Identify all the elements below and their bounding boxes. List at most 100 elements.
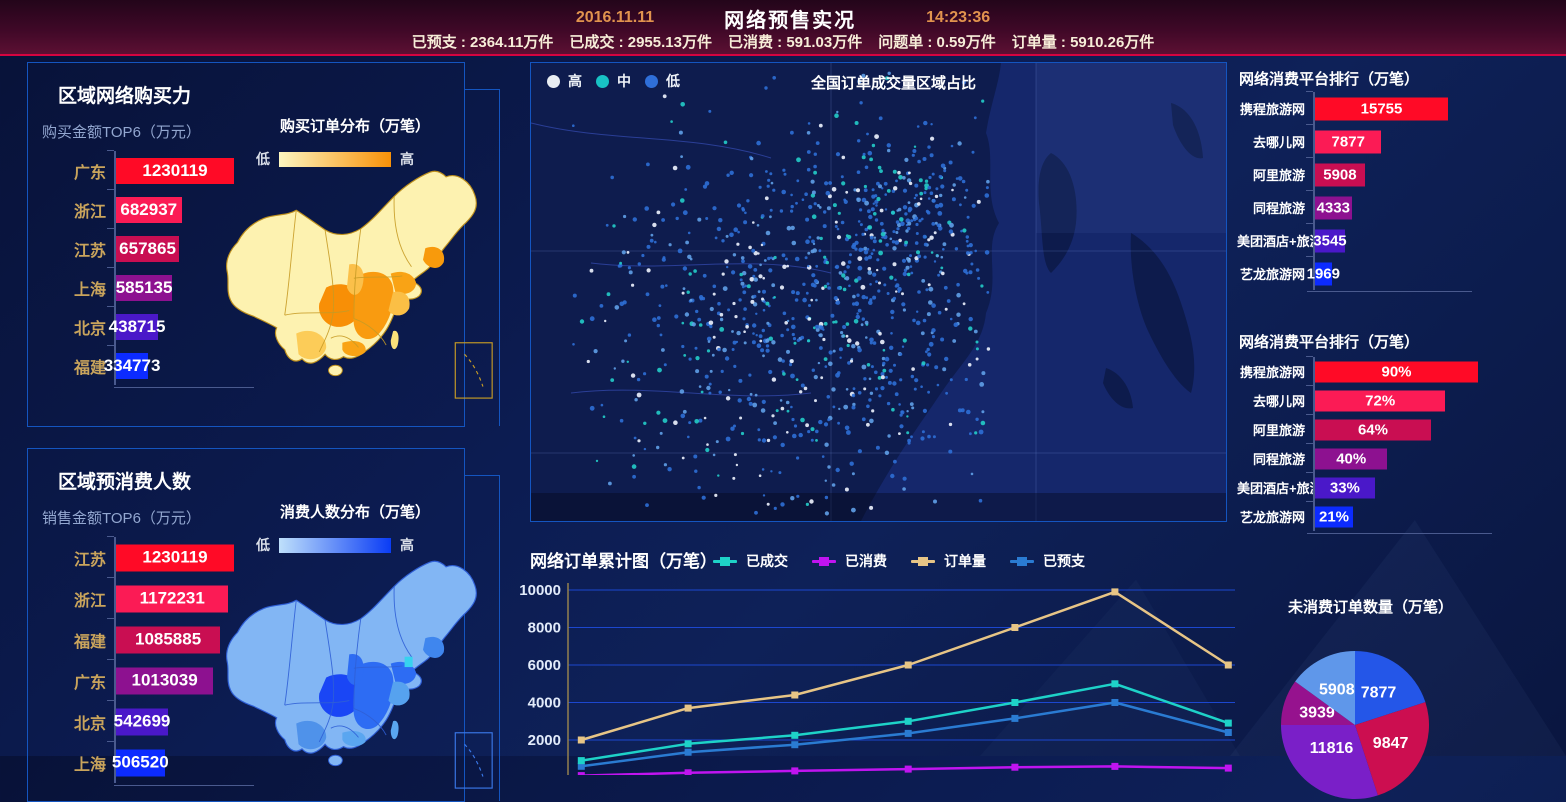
pie-slice-value: 7877: [1361, 685, 1397, 702]
pie-slice-value: 11816: [1310, 740, 1354, 757]
bar-row: 去哪儿网7877: [1237, 125, 1537, 158]
platform-rank-volume-section: 网络消费平台排行（万笔） 携程旅游网15755去哪儿网7877阿里旅游5908同…: [1237, 62, 1566, 302]
bar: 1013039: [116, 667, 213, 694]
bar-value: 585135: [116, 278, 173, 298]
legend-label: 中: [617, 71, 631, 91]
legend-dot-icon: [596, 75, 609, 88]
bar: 72%: [1315, 390, 1445, 411]
bar-row: 美团酒店+旅游33%: [1237, 473, 1547, 502]
bar-value: 1085885: [135, 630, 201, 650]
bar-category-label: 美团酒店+旅游: [1237, 478, 1313, 497]
bar: 7877: [1315, 130, 1381, 153]
bar-category-label: 携程旅游网: [1237, 362, 1313, 381]
bar-category-label: 阿里旅游: [1237, 165, 1313, 184]
bar-category-label: 上海: [44, 751, 114, 775]
axis-baseline: [1307, 533, 1492, 534]
bar-row: 同程旅游 40%: [1237, 444, 1547, 473]
bar-value: 1172231: [140, 589, 205, 609]
bar-category-label: 北京: [44, 315, 114, 339]
bar-value: 72%: [1365, 392, 1395, 409]
bar-row: 携程旅游网90%: [1237, 357, 1547, 386]
bar-value: 40%: [1336, 450, 1366, 467]
bar-category-label: 广东: [44, 159, 114, 183]
bar: 506520: [116, 749, 165, 776]
bar-category-label: 去哪儿网: [1237, 391, 1313, 410]
svg-text:8000: 8000: [528, 620, 561, 637]
bar-category-label: 江苏: [44, 237, 114, 261]
bar: 1085885: [116, 626, 220, 653]
bar-category-label: 艺龙旅游网: [1237, 264, 1313, 283]
bar-value: 657865: [119, 239, 176, 259]
bar: 1230119: [116, 158, 234, 184]
bar-value: 334773: [104, 356, 161, 376]
svg-text:4000: 4000: [528, 695, 561, 712]
legend-label: 低: [666, 71, 680, 91]
pie-title: 未消费订单数量（万笔）: [1288, 596, 1453, 617]
distribution-title: 购买订单分布（万笔）: [240, 115, 470, 136]
bar-category-label: 阿里旅游: [1237, 420, 1313, 439]
pie-slice-value: 3939: [1299, 705, 1335, 722]
bar-row: 阿里旅游 64%: [1237, 415, 1547, 444]
header: 2016.11.11 网络预售实况 14:23:36 已预支 : 2364.11…: [0, 0, 1566, 56]
scatter-legend: 高中低: [547, 71, 680, 91]
bar-category-label: 同程旅游: [1237, 449, 1313, 468]
china-choropleth-orange: [220, 163, 520, 405]
bar-row: 同程旅游4333: [1237, 191, 1537, 224]
bar-value: 15755: [1361, 100, 1403, 117]
platform-percent-bars: 携程旅游网90%去哪儿网72%阿里旅游64%同程旅游40%美团酒店+旅游33%艺…: [1237, 357, 1547, 531]
pie-slice-value: 9847: [1373, 735, 1409, 752]
svg-text:6000: 6000: [528, 657, 561, 674]
gradient-bar: [279, 538, 391, 553]
panel-subtitle: 销售金额TOP6（万元）: [42, 507, 201, 528]
bar: 1230119: [116, 544, 234, 571]
section-title: 网络消费平台排行（万笔）: [1239, 331, 1419, 352]
legend-dot-icon: [547, 75, 560, 88]
panel-title: 区域预消费人数: [58, 467, 191, 494]
bar: 21%: [1315, 506, 1353, 527]
bar-value: 21%: [1319, 508, 1349, 525]
bar-value: 542699: [114, 712, 171, 732]
bar: 438715: [116, 314, 158, 340]
china-choropleth-blue: [220, 553, 520, 795]
bar: 585135: [116, 275, 172, 301]
bar: 1969: [1315, 262, 1332, 285]
bar: 5908: [1315, 163, 1365, 186]
platform-rank-percent-section: 网络消费平台排行（万笔） 携程旅游网90% 去哪儿网 72% 阿里旅游 64% 同程旅游 4…: [1237, 325, 1566, 540]
bar-value: 1230119: [142, 548, 207, 568]
bar-value: 4333: [1317, 199, 1350, 216]
bar-row: 阿里旅游5908: [1237, 158, 1537, 191]
bar: 64%: [1315, 419, 1431, 440]
unconsumed-orders-pie: 787798471181639395908: [1280, 650, 1430, 800]
svg-text:10000: 10000: [519, 582, 561, 599]
line-chart-svg: 100008000600040002000: [517, 535, 1257, 775]
national-scatter-map-panel: 高中低 全国订单成交量区域占比: [530, 62, 1227, 522]
bar-row: 美团酒店+旅游3545: [1237, 224, 1537, 257]
stat-problem-orders: 问题单 : 0.59万件: [878, 31, 996, 52]
bar-row: 艺龙旅游网1969: [1237, 257, 1537, 290]
scatter-legend-item[interactable]: 中: [596, 71, 631, 91]
scatter-legend-item[interactable]: 高: [547, 71, 582, 91]
bar-value: 1230119: [142, 161, 207, 181]
header-time: 14:23:36: [926, 9, 990, 27]
bar: 334773: [116, 353, 148, 379]
bar-category-label: 携程旅游网: [1237, 99, 1313, 118]
panel-title: 区域网络购买力: [58, 81, 191, 108]
bar: 1172231: [116, 585, 228, 612]
bar: 3545: [1315, 229, 1345, 252]
bar-value: 64%: [1358, 421, 1388, 438]
dashboard-root: { "header": { "date": "2016.11.11", "tit…: [0, 0, 1566, 756]
scatter-legend-item[interactable]: 低: [645, 71, 680, 91]
bar-row: 去哪儿网 72%: [1237, 386, 1547, 415]
order-cumulative-chart: 网络订单累计图（万笔） 已成交已消费订单量已预支 100008000600040…: [517, 535, 1257, 756]
bar-category-label: 上海: [44, 276, 114, 300]
bar-category-label: 广东: [44, 669, 114, 693]
order-scatter-dots: [531, 63, 1226, 521]
distribution-title: 消费人数分布（万笔）: [240, 501, 470, 522]
bar: 40%: [1315, 448, 1387, 469]
panel-subtitle: 购买金额TOP6（万元）: [42, 121, 201, 142]
bar-category-label: 去哪儿网: [1237, 132, 1313, 151]
legend-high-label: 高: [400, 535, 414, 555]
bar-value: 682937: [120, 200, 177, 220]
bar-value: 1013039: [131, 671, 197, 691]
bar: 4333: [1315, 196, 1352, 219]
